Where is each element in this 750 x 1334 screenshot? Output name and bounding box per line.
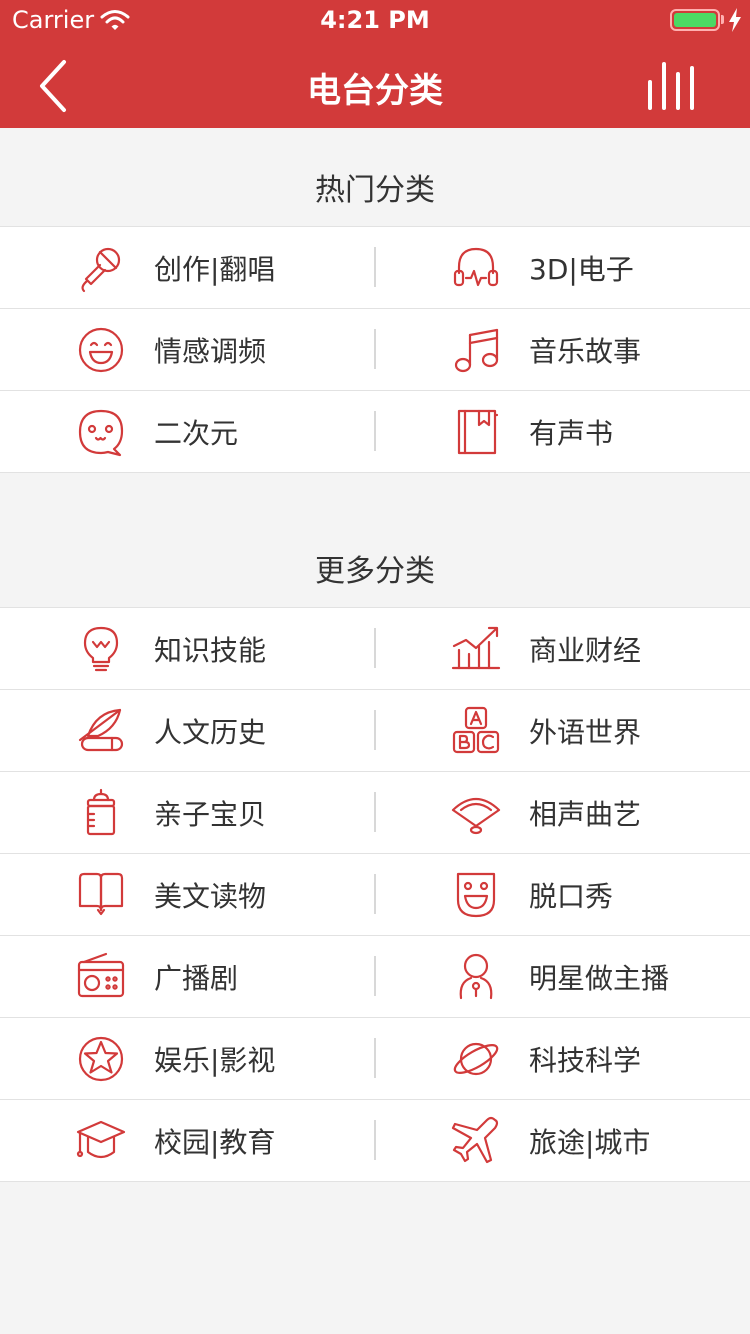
category-label: 情感调频 <box>154 335 267 368</box>
lightbulb-icon <box>76 624 126 674</box>
page-title: 电台分类 <box>307 71 443 111</box>
abc-blocks-icon <box>451 706 501 756</box>
category-item[interactable]: 知识技能 <box>0 608 375 689</box>
category-label: 明星做主播 <box>529 962 670 995</box>
more-section-title: 更多分类 <box>315 554 435 589</box>
category-row: 广播剧 明星做主播 <box>0 936 750 1018</box>
category-item[interactable]: 明星做主播 <box>375 936 750 1017</box>
chart-growth-icon <box>451 624 501 674</box>
category-label: 3D|电子 <box>529 253 634 286</box>
category-label: 相声曲艺 <box>529 798 642 831</box>
category-row: 情感调频 音乐故事 <box>0 309 750 391</box>
category-row: 亲子宝贝 相声曲艺 <box>0 772 750 854</box>
category-label: 亲子宝贝 <box>154 798 267 831</box>
category-label: 有声书 <box>529 417 614 450</box>
category-label: 娱乐|影视 <box>154 1044 276 1077</box>
airplane-icon <box>451 1116 501 1166</box>
category-row: 知识技能 商业财经 <box>0 608 750 690</box>
planet-icon <box>451 1034 501 1084</box>
category-item[interactable]: 校园|教育 <box>0 1100 375 1181</box>
category-item[interactable]: 外语世界 <box>375 690 750 771</box>
category-label: 科技科学 <box>529 1044 642 1077</box>
star-circle-icon <box>76 1034 126 1084</box>
category-row: 二次元 有声书 <box>0 391 750 473</box>
category-item[interactable]: 商业财经 <box>375 608 750 689</box>
category-row: 美文读物 脱口秀 <box>0 854 750 936</box>
hot-section-title: 热门分类 <box>315 173 435 208</box>
category-item[interactable]: 二次元 <box>0 391 375 472</box>
category-label: 脱口秀 <box>529 880 614 913</box>
category-item[interactable]: 3D|电子 <box>375 227 750 308</box>
category-row: 娱乐|影视 科技科学 <box>0 1018 750 1100</box>
category-label: 旅途|城市 <box>529 1126 651 1159</box>
category-item[interactable]: 创作|翻唱 <box>0 227 375 308</box>
quill-scroll-icon <box>76 706 126 756</box>
category-row: 创作|翻唱 3D|电子 <box>0 227 750 309</box>
category-label: 广播剧 <box>154 962 239 995</box>
navigation-bar: Carrier 4:21 PM 电台分类 <box>0 0 750 128</box>
category-item[interactable]: 娱乐|影视 <box>0 1018 375 1099</box>
battery-tip <box>721 15 724 24</box>
category-label: 人文历史 <box>154 716 267 749</box>
fan-icon <box>451 788 501 838</box>
category-item[interactable]: 音乐故事 <box>375 309 750 390</box>
smile-face-icon <box>76 325 126 375</box>
category-item[interactable]: 美文读物 <box>0 854 375 935</box>
category-item[interactable]: 人文历史 <box>0 690 375 771</box>
category-label: 创作|翻唱 <box>154 253 276 286</box>
radio-icon <box>76 952 126 1002</box>
cute-face-bubble-icon <box>76 407 126 457</box>
headphones-icon <box>451 243 501 293</box>
microphone-icon <box>76 243 126 293</box>
category-label: 音乐故事 <box>529 335 642 368</box>
battery-icon <box>670 9 720 31</box>
mask-icon <box>451 870 501 920</box>
status-bar: Carrier 4:21 PM <box>0 0 750 40</box>
category-label: 美文读物 <box>154 880 267 913</box>
category-item[interactable]: 脱口秀 <box>375 854 750 935</box>
category-row: 校园|教育 旅途|城市 <box>0 1100 750 1182</box>
status-time: 4:21 PM <box>320 6 430 34</box>
category-label: 知识技能 <box>154 634 267 667</box>
open-book-icon <box>76 870 126 920</box>
charging-bolt-icon <box>729 8 741 32</box>
category-item[interactable]: 科技科学 <box>375 1018 750 1099</box>
category-item[interactable]: 有声书 <box>375 391 750 472</box>
category-item[interactable]: 情感调频 <box>0 309 375 390</box>
category-label: 商业财经 <box>529 634 642 667</box>
more-category-list: 知识技能 商业财经 人文历史 外语世界 亲子宝贝 相声曲艺 美文读物 脱口秀 广… <box>0 607 750 1182</box>
category-label: 校园|教育 <box>154 1126 276 1159</box>
category-label: 外语世界 <box>529 716 642 749</box>
graduation-cap-icon <box>76 1116 126 1166</box>
music-note-icon <box>451 325 501 375</box>
category-item[interactable]: 亲子宝贝 <box>0 772 375 853</box>
category-item[interactable]: 广播剧 <box>0 936 375 1017</box>
baby-bottle-icon <box>76 788 126 838</box>
book-bookmark-icon <box>451 407 501 457</box>
hot-category-list: 创作|翻唱 3D|电子 情感调频 音乐故事 二次元 有声书 <box>0 226 750 473</box>
category-row: 人文历史 外语世界 <box>0 690 750 772</box>
category-label: 二次元 <box>154 417 239 450</box>
category-item[interactable]: 相声曲艺 <box>375 772 750 853</box>
now-playing-bars-icon[interactable] <box>642 60 698 110</box>
category-item[interactable]: 旅途|城市 <box>375 1100 750 1181</box>
star-person-icon <box>451 952 501 1002</box>
